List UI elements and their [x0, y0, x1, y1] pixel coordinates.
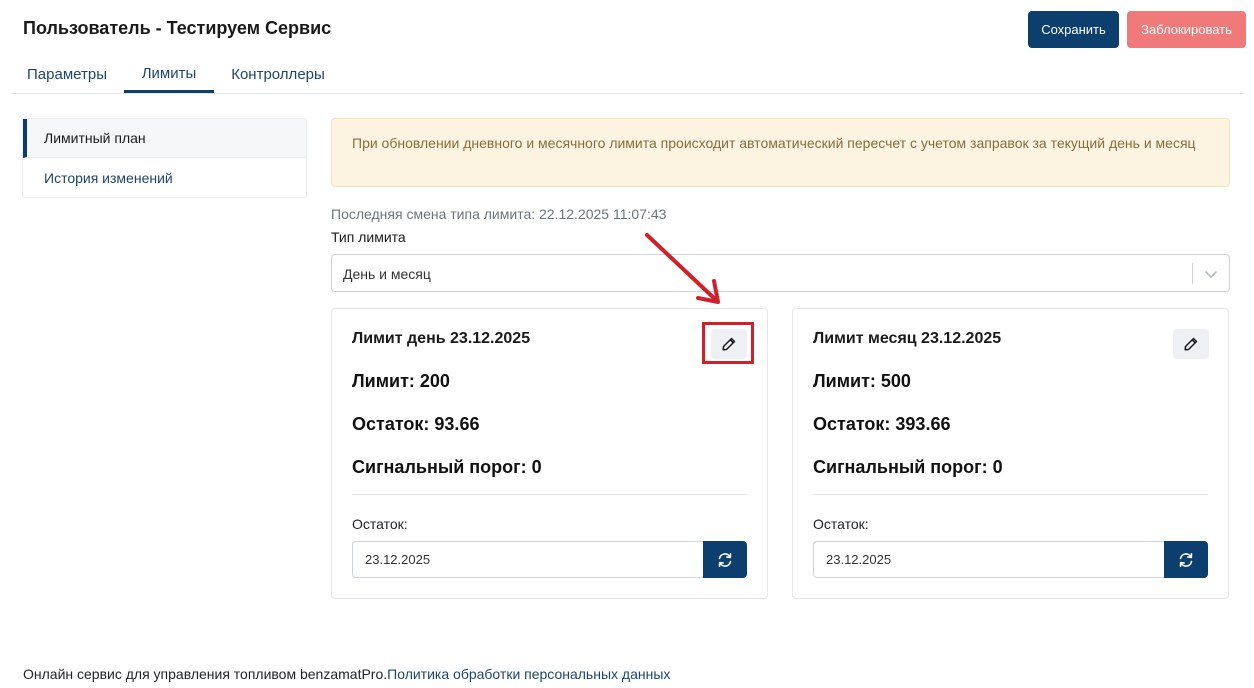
day-limit-value: Лимит: 200	[352, 371, 450, 391]
month-rest-label: Остаток:	[813, 516, 869, 532]
annotation-highlight-box	[702, 322, 754, 364]
chevron-down-icon	[1205, 271, 1217, 278]
limit-type-label: Тип лимита	[331, 229, 406, 245]
day-refresh-button[interactable]	[703, 541, 747, 578]
limit-type-select[interactable]: День и месяц	[331, 254, 1230, 292]
pencil-icon	[1184, 337, 1198, 351]
limit-type-value: День и месяц	[343, 266, 431, 282]
day-rest-label: Остаток:	[352, 516, 408, 532]
tab-bar: Параметры Лимиты Контроллеры	[11, 56, 1243, 94]
last-change-text: Последняя смена типа лимита: 22.12.2025 …	[331, 206, 667, 222]
sidebar-menu: Лимитный план История изменений	[22, 118, 307, 198]
save-button[interactable]: Сохранить	[1028, 11, 1119, 48]
refresh-icon	[1179, 552, 1193, 567]
sidebar-item-limit-plan[interactable]: Лимитный план	[23, 119, 306, 158]
tab-parameters[interactable]: Параметры	[11, 56, 123, 93]
month-limit-value: Лимит: 500	[813, 371, 911, 391]
tab-limits[interactable]: Лимиты	[124, 56, 214, 93]
block-button[interactable]: Заблокировать	[1127, 11, 1246, 48]
annotation-arrow-icon	[645, 233, 720, 304]
month-signal-threshold: Сигнальный порог: 0	[813, 457, 1003, 477]
day-date-input[interactable]: 23.12.2025	[352, 541, 704, 578]
month-refresh-button[interactable]	[1164, 541, 1208, 578]
divider	[813, 494, 1208, 495]
month-edit-button[interactable]	[1173, 329, 1209, 359]
month-rest-value: Остаток: 393.66	[813, 414, 951, 434]
divider	[352, 494, 747, 495]
sidebar-item-history[interactable]: История изменений	[23, 158, 306, 197]
tab-controllers[interactable]: Контроллеры	[219, 56, 337, 93]
footer-text: Онлайн сервис для управления топливом be…	[23, 666, 388, 682]
month-limit-title: Лимит месяц 23.12.2025	[813, 330, 1002, 347]
month-limit-card: Лимит месяц 23.12.2025 Лимит: 500 Остато…	[792, 308, 1229, 599]
refresh-icon	[718, 552, 732, 567]
day-signal-threshold: Сигнальный порог: 0	[352, 457, 542, 477]
page-title: Пользователь - Тестируем Сервис	[23, 18, 332, 38]
day-rest-value: Остаток: 93.66	[352, 414, 480, 434]
select-separator	[1192, 263, 1193, 284]
day-limit-title: Лимит день 23.12.2025	[352, 330, 531, 347]
footer: Онлайн сервис для управления топливом be…	[23, 666, 670, 682]
privacy-policy-link[interactable]: Политика обработки персональных данных	[387, 666, 670, 682]
info-alert: При обновлении дневного и месячного лими…	[331, 118, 1230, 187]
month-date-input[interactable]: 23.12.2025	[813, 541, 1165, 578]
